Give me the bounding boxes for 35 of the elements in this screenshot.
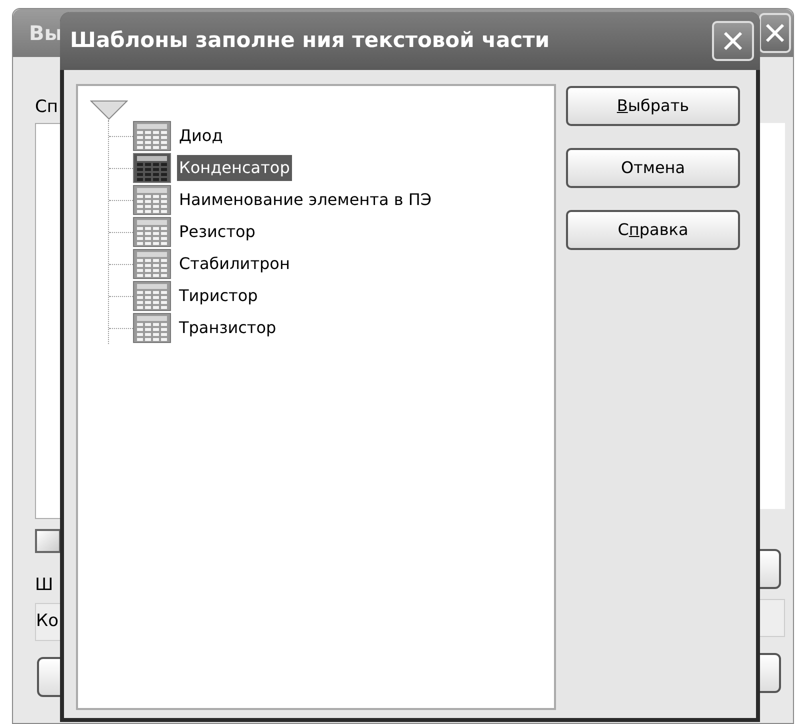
table-icon	[133, 249, 171, 279]
close-button[interactable]	[759, 13, 791, 53]
tree-item[interactable]: Резистор	[109, 216, 554, 248]
checkbox[interactable]	[35, 529, 61, 553]
tree-item-label: Наименование элемента в ПЭ	[178, 189, 433, 211]
close-icon	[722, 30, 744, 52]
tree-item-label: Стабилитрон	[178, 253, 291, 275]
table-icon	[133, 185, 171, 215]
table-icon	[133, 281, 171, 311]
tree-root-toggle[interactable]	[90, 100, 128, 120]
tree-item-label: Транзистор	[178, 317, 278, 339]
dialog-button[interactable]: Выбрать	[566, 86, 740, 126]
table-icon	[133, 153, 171, 183]
tree-item-label: Резистор	[178, 221, 256, 243]
window-title: Вы	[29, 20, 62, 47]
tree-item[interactable]: Транзистор	[109, 312, 554, 344]
tree-item[interactable]: Стабилитрон	[109, 248, 554, 280]
template-field[interactable]: Ко	[35, 603, 61, 641]
tree-item[interactable]: Наименование элемента в ПЭ	[109, 184, 554, 216]
tree-item[interactable]: Конденсатор	[109, 152, 554, 184]
tree-item[interactable]: Диод	[109, 120, 554, 152]
tree-item-label: Конденсатор	[177, 155, 292, 181]
table-icon	[133, 121, 171, 151]
table-icon	[133, 313, 171, 343]
dialog-title: Шаблоны заполне ния текстовой части	[70, 27, 550, 54]
tree-item[interactable]: Тиристор	[109, 280, 554, 312]
template-label: Ш	[35, 575, 54, 595]
tree-item-label: Диод	[178, 125, 224, 147]
table-icon	[133, 217, 171, 247]
close-icon	[764, 22, 786, 44]
close-button[interactable]	[712, 21, 754, 61]
dialog-button[interactable]: Отмена	[566, 148, 740, 188]
dialog-button[interactable]: Справка	[566, 210, 740, 250]
list-label: Сп	[35, 97, 59, 117]
tree-item-label: Тиристор	[178, 285, 259, 307]
